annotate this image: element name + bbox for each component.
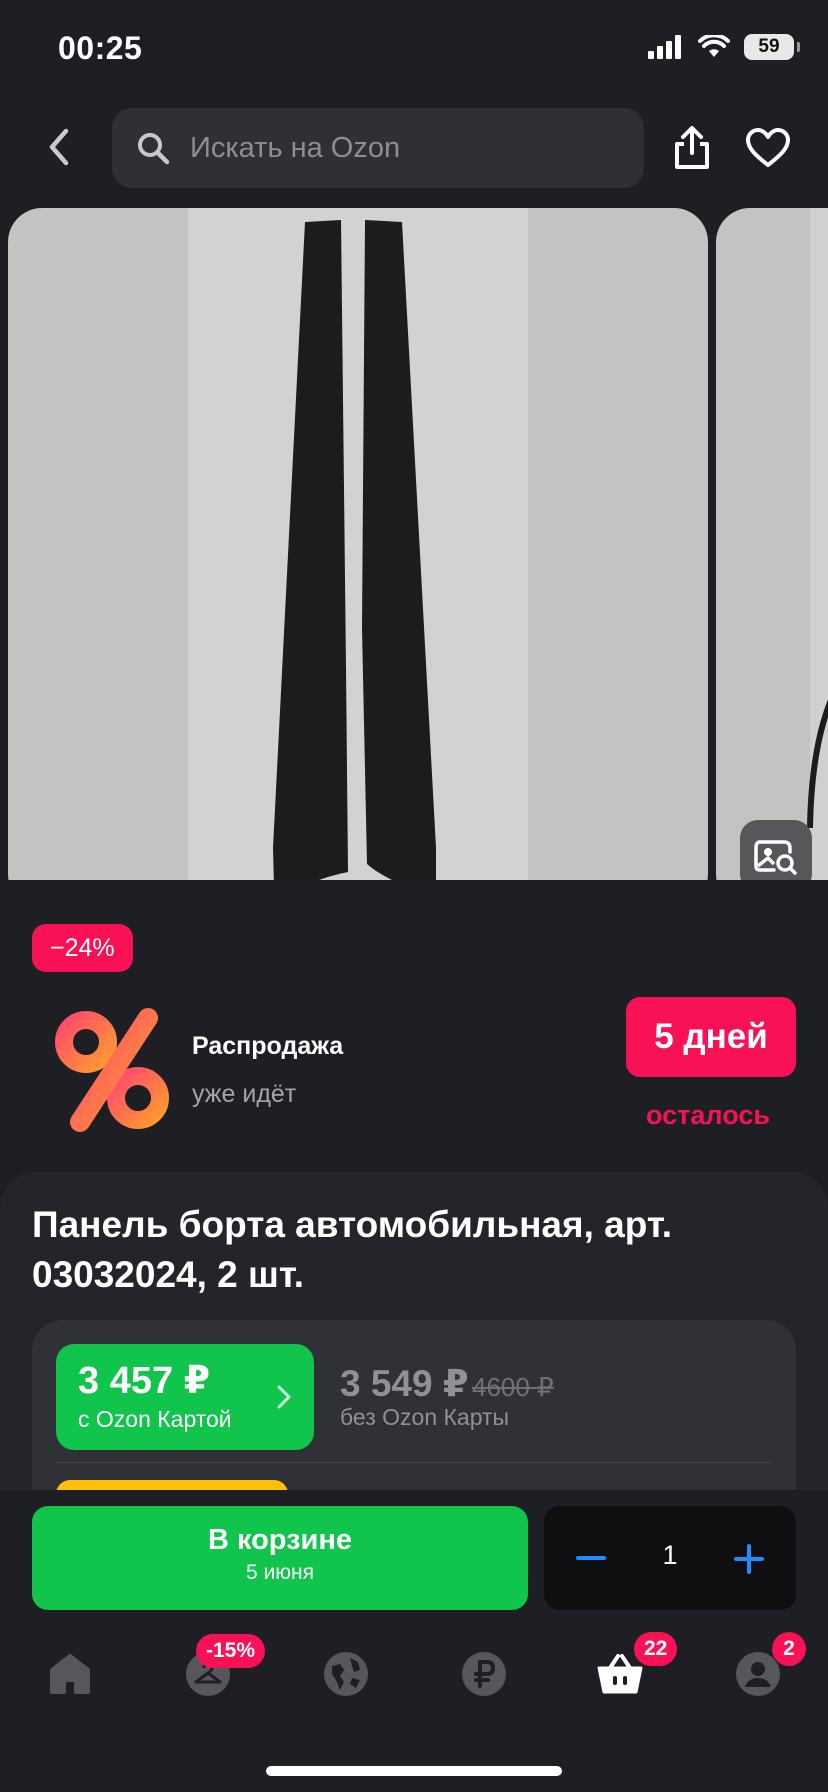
back-button[interactable] [36, 124, 82, 170]
decrease-quantity-button[interactable] [566, 1534, 616, 1584]
price-card: 3 457 ₽ с Ozon Картой 3 549 ₽ 4600 ₽ без… [32, 1320, 796, 1500]
search-placeholder: Искать на Ozon [190, 131, 401, 164]
status-bar: 00:25 59 [0, 0, 828, 100]
top-nav: Искать на Ozon [0, 108, 828, 188]
quantity-stepper: 1 [544, 1506, 796, 1610]
regular-price: 3 549 ₽ [340, 1363, 469, 1404]
divider [56, 1462, 772, 1463]
fresh-discount-badge: -15% [196, 1634, 266, 1668]
increase-quantity-button[interactable] [724, 1534, 774, 1584]
discount-badge: −24% [32, 924, 133, 972]
home-icon [50, 1654, 90, 1694]
chevron-right-icon [277, 1385, 291, 1409]
plus-icon [734, 1544, 764, 1574]
share-button[interactable] [668, 124, 716, 172]
regular-price-label: без Ozon Карты [340, 1404, 510, 1430]
next-photo-image [807, 208, 828, 908]
status-icons: 59 [648, 34, 800, 60]
in-cart-button[interactable]: В корзине 5 июня [32, 1506, 528, 1610]
delivery-date: 5 июня [246, 1561, 314, 1584]
tab-finance[interactable] [460, 1650, 508, 1698]
home-indicator [266, 1766, 562, 1776]
minus-icon [576, 1556, 606, 1560]
wifi-icon [698, 35, 730, 57]
product-gallery[interactable] [8, 208, 828, 908]
product-title: Панель борта автомобильная, арт. 0303202… [32, 1204, 673, 1295]
promo-title: Распродажа [192, 1032, 344, 1060]
cart-button-label: В корзине [207, 1524, 353, 1556]
quantity-value: 1 [662, 1540, 678, 1570]
promo-timer-suffix: осталось [646, 1100, 770, 1130]
ozon-card-price: 3 457 ₽ [78, 1360, 211, 1402]
old-price: 4600 ₽ [472, 1372, 554, 1402]
product-image [273, 220, 436, 887]
tab-travel[interactable] [322, 1650, 370, 1698]
next-product-photo[interactable] [716, 208, 828, 908]
percent-icon [55, 1008, 169, 1132]
ruble-icon [462, 1652, 506, 1696]
promo-subtitle: уже идёт [192, 1080, 297, 1108]
globe-icon [324, 1652, 368, 1696]
chevron-left-icon [49, 128, 69, 166]
product-photo[interactable] [8, 208, 708, 908]
image-search-icon [754, 840, 797, 875]
cellular-signal-icon [648, 35, 681, 59]
battery-indicator: 59 [744, 34, 800, 60]
tab-home[interactable] [46, 1650, 94, 1698]
heart-icon [746, 128, 790, 167]
profile-notification-badge: 2 [772, 1632, 806, 1666]
promo-timer: 5 дней [626, 997, 796, 1077]
status-time: 00:25 [58, 30, 143, 66]
ozon-card-price-button[interactable]: 3 457 ₽ с Ozon Картой [56, 1344, 314, 1450]
cart-count-badge: 22 [634, 1632, 678, 1666]
search-icon [138, 133, 170, 165]
share-icon [675, 126, 709, 169]
search-input[interactable]: Искать на Ozon [112, 108, 644, 188]
ozon-card-label: с Ozon Картой [78, 1406, 232, 1432]
favorite-button[interactable] [742, 124, 794, 172]
